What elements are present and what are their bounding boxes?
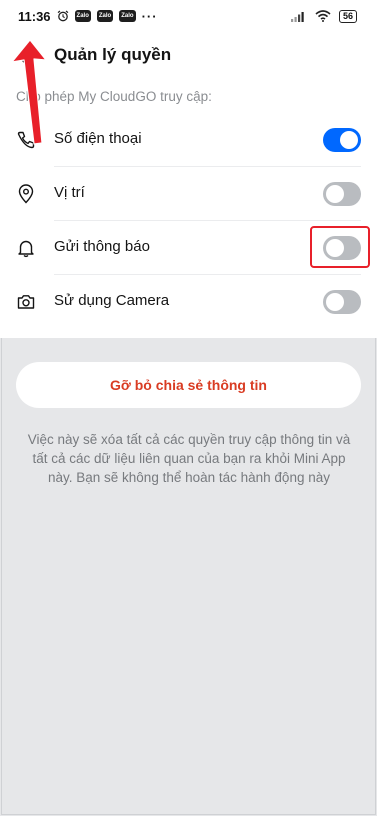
page-title: Quản lý quyền	[54, 45, 172, 64]
permission-row-camera: Sử dụng Camera	[0, 275, 377, 329]
signal-icon	[290, 12, 304, 22]
alarm-clock-icon	[57, 10, 68, 22]
permission-label: Vị trí	[54, 184, 85, 201]
zalo-notification-icon: Zalo	[96, 10, 114, 22]
permission-row-location: Vị trí	[0, 167, 377, 221]
zalo-notification-icon: Zalo	[119, 10, 136, 22]
phone-permission-toggle[interactable]	[323, 128, 361, 152]
battery-indicator: 56	[338, 9, 357, 23]
notification-permission-toggle[interactable]	[323, 236, 361, 260]
permissions-section: Cho phép My CloudGO truy cập: Số điện th…	[0, 80, 377, 338]
bell-icon	[18, 240, 34, 258]
remove-sharing-button[interactable]: Gỡ bỏ chia sẻ thông tin	[16, 362, 361, 408]
location-permission-toggle[interactable]	[323, 182, 361, 206]
toggle-knob	[326, 293, 344, 311]
location-pin-icon	[18, 184, 34, 204]
toggle-knob	[326, 239, 344, 257]
removal-warning-text: Việc này sẽ xóa tất cả các quyền truy cậ…	[27, 432, 351, 485]
permission-label: Sử dụng Camera	[54, 292, 170, 309]
zalo-notification-icon: Zalo	[74, 10, 91, 22]
permission-row-notifications: Gửi thông báo	[0, 221, 377, 275]
permissions-label: Cho phép My CloudGO truy cập:	[16, 89, 212, 104]
status-time: 11:36	[18, 8, 51, 24]
more-notifications-indicator: ···	[141, 8, 158, 24]
phone-icon	[17, 131, 35, 149]
wifi-icon	[315, 10, 331, 22]
chevron-left-icon[interactable]	[12, 42, 36, 70]
toggle-knob	[340, 131, 358, 149]
camera-permission-toggle[interactable]	[323, 290, 361, 314]
permission-label: Gửi thông báo	[54, 238, 150, 255]
permission-row-phone: Số điện thoại	[0, 113, 377, 167]
status-bar: 11:36 Zalo Zalo Zalo ··· 56	[0, 0, 377, 32]
camera-icon	[17, 295, 35, 309]
app-header: Quản lý quyền	[0, 32, 377, 80]
permission-label: Số điện thoại	[54, 130, 142, 147]
toggle-knob	[326, 185, 344, 203]
